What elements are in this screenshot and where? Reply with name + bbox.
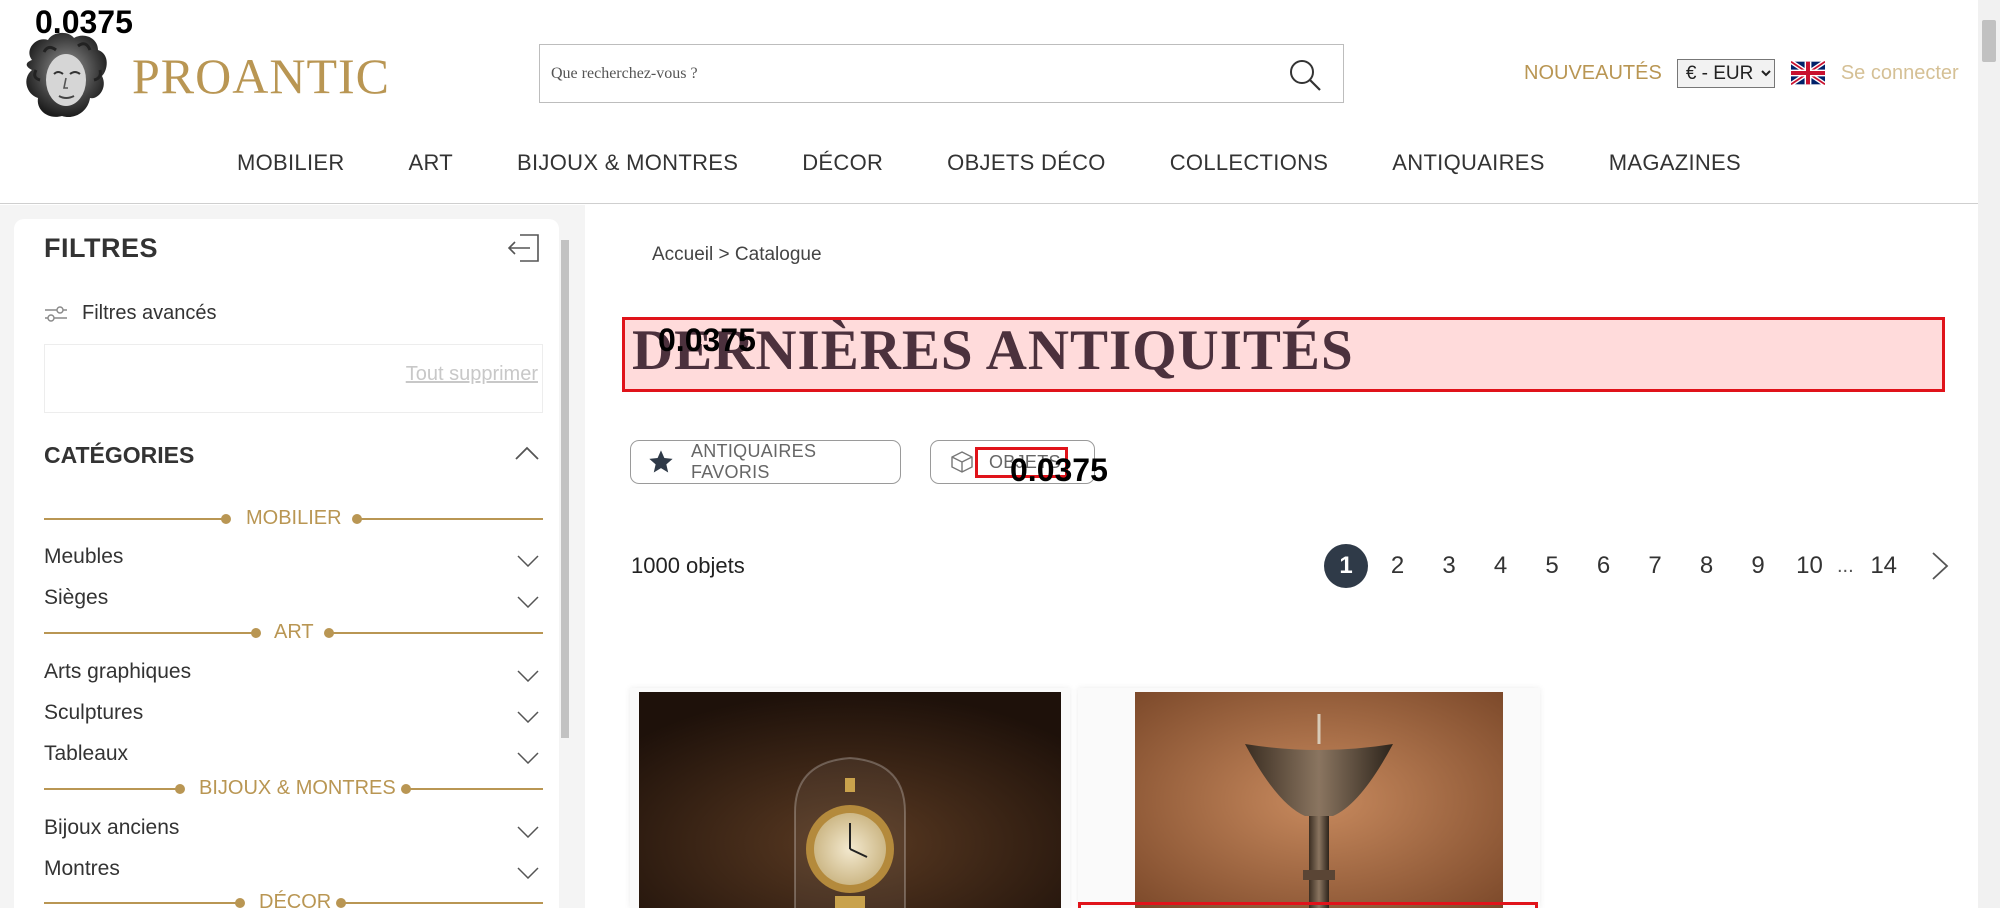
chevron-down-icon — [517, 826, 539, 838]
nav-item-collections[interactable]: COLLECTIONS — [1170, 150, 1329, 176]
logo[interactable]: PROANTIC — [18, 30, 390, 122]
site-header: PROANTIC NOUVEAUTÉS € - EUR Se connecter… — [0, 0, 1978, 204]
page-button[interactable]: 2 — [1376, 544, 1420, 588]
breadcrumb: Accueil > Catalogue — [652, 244, 822, 266]
nav-item-bijoux-montres[interactable]: BIJOUX & MONTRES — [517, 150, 738, 176]
category-item-bijoux-anciens[interactable]: Bijoux anciens — [44, 816, 543, 846]
breadcrumb-home[interactable]: Accueil — [652, 244, 713, 265]
category-group-label: DÉCOR — [259, 891, 332, 908]
main-nav: MOBILIER ART BIJOUX & MONTRES DÉCOR OBJE… — [0, 150, 1978, 176]
active-filters-box: Tout supprimer — [44, 344, 543, 413]
nav-item-art[interactable]: ART — [409, 150, 454, 176]
chevron-right-icon[interactable] — [1927, 551, 1951, 581]
page-button[interactable]: 7 — [1633, 544, 1677, 588]
page-button[interactable]: 5 — [1530, 544, 1574, 588]
search-input[interactable] — [540, 45, 1260, 102]
category-divider-decor: DÉCOR — [44, 891, 543, 908]
chevron-down-icon — [517, 555, 539, 567]
favorite-dealers-button[interactable]: ANTIQUAIRES FAVORIS — [630, 440, 901, 484]
category-item-sieges[interactable]: Sièges — [44, 586, 543, 616]
category-divider-bijoux-montres: BIJOUX & MONTRES — [44, 777, 543, 799]
page-button[interactable]: 6 — [1582, 544, 1626, 588]
category-divider-art: ART — [44, 621, 543, 643]
pagination: 1 2 3 4 5 6 7 8 9 10 ... 14 — [1324, 544, 1951, 588]
overlay-value-top-left: 0.0375 — [35, 4, 133, 40]
chevron-down-icon — [517, 711, 539, 723]
advanced-filters-label: Filtres avancés — [82, 302, 217, 324]
overlay-value-pill: 0.0375 — [1010, 452, 1108, 488]
uk-flag-icon[interactable] — [1790, 61, 1825, 85]
page-button[interactable]: 9 — [1736, 544, 1780, 588]
overlay-value-title: 0.0375 — [658, 322, 756, 358]
category-item-label: Arts graphiques — [44, 660, 192, 683]
category-item-tableaux[interactable]: Tableaux — [44, 742, 543, 772]
categories-title: CATÉGORIES — [44, 442, 195, 468]
product-image-clock — [639, 692, 1061, 908]
medusa-head-icon — [26, 32, 107, 118]
login-link[interactable]: Se connecter — [1841, 62, 1959, 85]
product-card-candlestick[interactable] — [1135, 692, 1503, 908]
card-highlight-box — [1078, 902, 1538, 908]
breadcrumb-separator: > — [718, 244, 730, 265]
breadcrumb-current: Catalogue — [734, 244, 822, 265]
category-item-label: Sièges — [44, 586, 109, 609]
chevron-down-icon — [517, 867, 539, 879]
product-card-clock[interactable] — [639, 692, 1061, 908]
page-button[interactable]: 1 — [1324, 544, 1368, 588]
category-item-montres[interactable]: Montres — [44, 857, 543, 887]
category-item-label: Montres — [44, 857, 120, 880]
collapse-sidebar-icon[interactable] — [506, 233, 540, 263]
chevron-down-icon — [517, 752, 539, 764]
chevron-down-icon — [517, 670, 539, 682]
results-count: 1000 objets — [631, 553, 745, 578]
category-divider-mobilier: MOBILIER — [44, 507, 543, 529]
category-item-arts-graphiques[interactable]: Arts graphiques — [44, 660, 543, 690]
advanced-filters-button[interactable]: Filtres avancés — [44, 302, 217, 325]
pagination-ellipsis: ... — [1837, 554, 1854, 577]
category-item-meubles[interactable]: Meubles — [44, 545, 543, 575]
chevron-up-icon[interactable] — [514, 445, 540, 461]
nav-item-antiquaires[interactable]: ANTIQUAIRES — [1392, 150, 1544, 176]
category-group-label: MOBILIER — [246, 507, 342, 529]
nav-item-magazines[interactable]: MAGAZINES — [1609, 150, 1741, 176]
currency-select[interactable]: € - EUR — [1676, 58, 1775, 88]
page-button[interactable]: 4 — [1479, 544, 1523, 588]
nav-item-mobilier[interactable]: MOBILIER — [237, 150, 345, 176]
page-button[interactable]: 10 — [1788, 544, 1832, 588]
page-button[interactable]: 8 — [1685, 544, 1729, 588]
product-image-candlestick — [1135, 692, 1503, 908]
header-actions: NOUVEAUTÉS € - EUR Se connecter — [1524, 58, 1959, 88]
logo-text: PROANTIC — [132, 48, 391, 104]
nouveautes-link[interactable]: NOUVEAUTÉS — [1524, 62, 1662, 85]
sidebar-scrollbar-thumb[interactable] — [561, 240, 569, 738]
category-item-label: Meubles — [44, 545, 124, 568]
category-group-label: ART — [274, 621, 314, 643]
sliders-icon — [45, 305, 67, 322]
category-item-label: Tableaux — [44, 742, 129, 765]
search-bar — [539, 44, 1344, 103]
favorite-dealers-label: ANTIQUAIRES FAVORIS — [690, 441, 817, 482]
page-button[interactable]: 3 — [1427, 544, 1471, 588]
objects-icon — [951, 451, 973, 473]
nav-item-objets-deco[interactable]: OBJETS DÉCO — [947, 150, 1106, 176]
search-icon[interactable] — [1287, 57, 1323, 93]
category-item-label: Sculptures — [44, 701, 144, 724]
nav-item-decor[interactable]: DÉCOR — [802, 150, 883, 176]
category-group-label: BIJOUX & MONTRES — [199, 777, 396, 799]
filters-sidebar: FILTRES Filtres avancés Tout supprimer C… — [14, 219, 559, 908]
star-icon — [649, 450, 673, 473]
category-item-label: Bijoux anciens — [44, 816, 180, 839]
filters-title: FILTRES — [44, 233, 158, 263]
page-scrollbar-thumb[interactable] — [1982, 20, 1996, 62]
page-scrollbar[interactable] — [1978, 0, 2000, 908]
category-item-sculptures[interactable]: Sculptures — [44, 701, 543, 731]
chevron-down-icon — [517, 596, 539, 608]
clear-all-link[interactable]: Tout supprimer — [406, 363, 538, 386]
page-button-last[interactable]: 14 — [1862, 544, 1906, 588]
